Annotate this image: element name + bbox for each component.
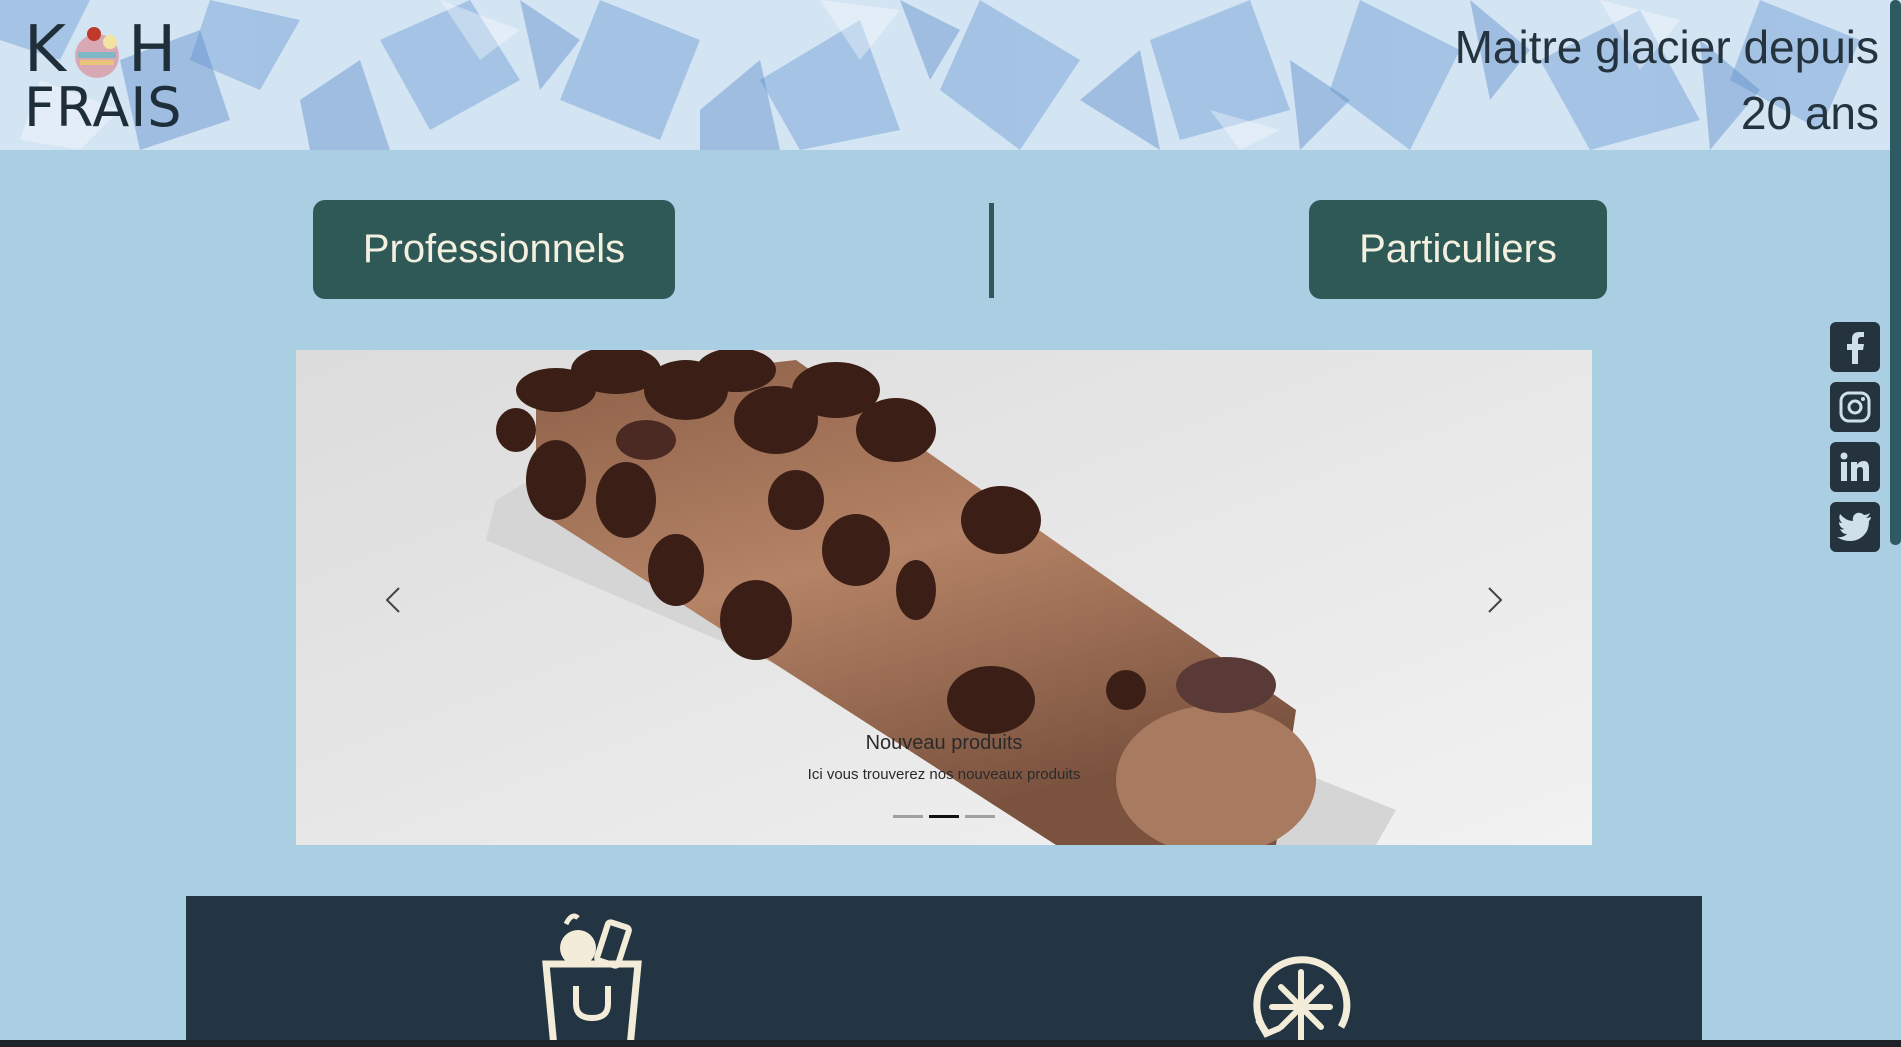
koh-frais-logo[interactable]: K H FRAIS <box>24 14 184 138</box>
twitter-link[interactable] <box>1830 502 1880 552</box>
logo-frais-text: FRAIS <box>24 76 183 139</box>
frozen-delivery-icon <box>1253 956 1351 1045</box>
linkedin-icon <box>1840 452 1869 481</box>
carousel-indicators <box>893 815 995 818</box>
linkedin-link[interactable] <box>1830 442 1880 492</box>
site-header: K H FRAIS Maitre glacier depuis 20 ans <box>0 0 1901 150</box>
carousel-caption-text: Ici vous trouverez nos nouveaux produits <box>807 766 1081 783</box>
grocery-bag-icon <box>542 913 642 1047</box>
carousel-indicator-2[interactable] <box>929 815 959 818</box>
professionals-button[interactable]: Professionnels <box>313 200 675 299</box>
facebook-icon <box>1847 332 1864 364</box>
tagline-line-2: 20 ans <box>1740 87 1879 139</box>
instagram-icon <box>1839 391 1871 423</box>
carousel-indicator-1[interactable] <box>893 815 923 818</box>
instagram-link[interactable] <box>1830 382 1880 432</box>
services-band <box>186 896 1702 1047</box>
twitter-icon <box>1837 512 1871 541</box>
page-scrollbar[interactable] <box>1890 0 1901 545</box>
nav-divider <box>989 203 994 298</box>
carousel-next-arrow-icon[interactable] <box>1475 580 1515 620</box>
carousel-caption-title: Nouveau produits <box>865 732 1023 754</box>
window-bottom-strip <box>0 1040 1901 1047</box>
social-links <box>1830 322 1882 562</box>
individuals-button[interactable]: Particuliers <box>1309 200 1607 299</box>
carousel-prev-arrow-icon[interactable] <box>373 580 413 620</box>
ice-cream-scoop-icon <box>75 27 119 78</box>
header-tagline: Maitre glacier depuis 20 ans <box>1359 14 1879 146</box>
facebook-link[interactable] <box>1830 322 1880 372</box>
tagline-line-1: Maitre glacier depuis <box>1454 21 1879 73</box>
carousel-indicator-3[interactable] <box>965 815 995 818</box>
